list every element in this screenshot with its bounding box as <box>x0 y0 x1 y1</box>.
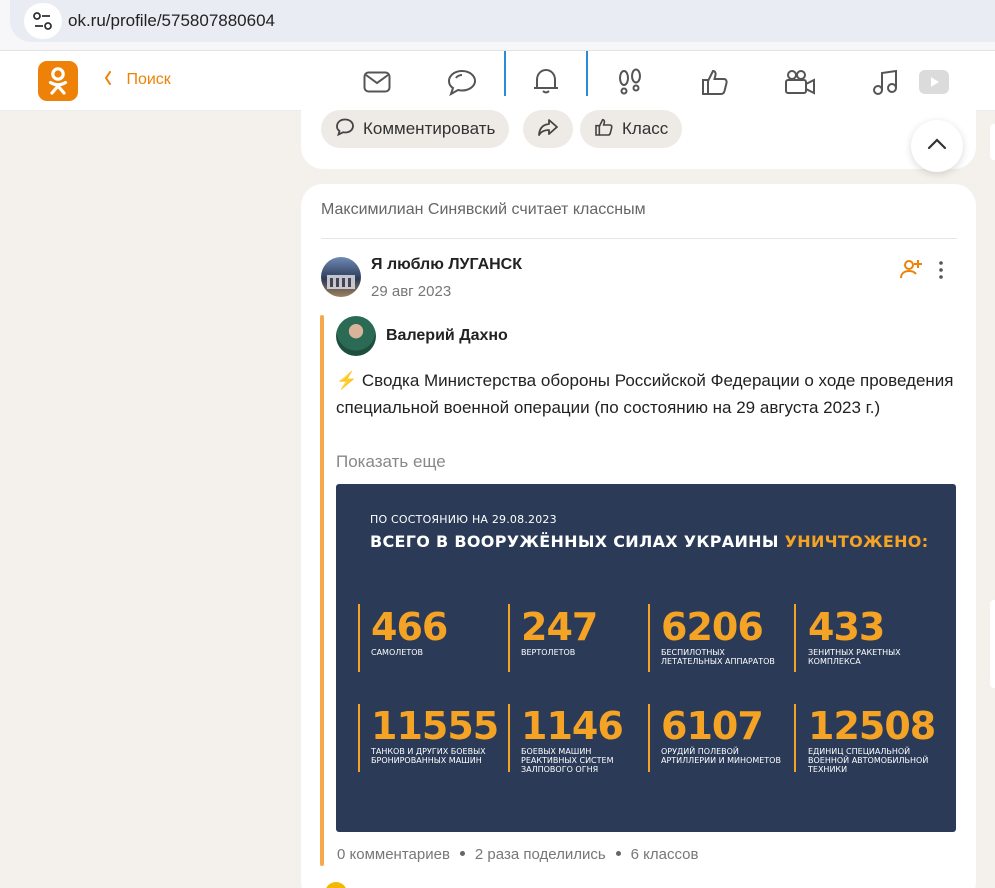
shares-count-link[interactable]: 2 раза поделились <box>475 846 606 863</box>
separator <box>508 704 510 772</box>
stat-label: ВЕРТОЛЕТОВ <box>521 648 576 657</box>
activity-label: Максимилиан Синявский считает классным <box>321 201 646 218</box>
separator <box>358 704 360 772</box>
like-icon <box>594 117 614 142</box>
stat-number: 6107 <box>661 704 764 748</box>
more-options-icon[interactable] <box>932 260 950 285</box>
stat-number: 12508 <box>808 704 936 748</box>
stat-number: 6206 <box>661 605 764 649</box>
comment-icon <box>335 117 355 142</box>
comment-button[interactable]: Комментировать <box>321 110 510 148</box>
stat-number: 11555 <box>371 704 499 748</box>
stat-number: 1146 <box>521 704 624 748</box>
separator <box>794 604 796 672</box>
class-button-label: Класс <box>622 119 669 138</box>
separator <box>508 604 510 672</box>
post-image[interactable]: ПО СОСТОЯНИЮ НА 29.08.2023 ВСЕГО В ВООРУ… <box>336 484 956 832</box>
separator <box>794 704 796 772</box>
stat-label: ОРУДИЙ ПОЛЕВОЙ АРТИЛЛЕРИИ И МИНОМЕТОВ <box>661 747 781 765</box>
stat-label: БЕСПИЛОТНЫХ ЛЕТАТЕЛЬНЫХ АППАРАТОВ <box>661 648 775 666</box>
stat-number: 247 <box>521 605 598 649</box>
infographic-title-highlight: УНИЧТОЖЕНО: <box>784 532 929 551</box>
separator <box>648 704 650 772</box>
share-arrow-icon <box>537 117 559 142</box>
chevron-up-icon <box>927 137 947 155</box>
browser-toolbar: ok.ru/profile/575807880604 <box>0 0 995 50</box>
show-more-link[interactable]: Показать еще <box>336 452 446 472</box>
separator <box>358 604 360 672</box>
infographic-title-main: ВСЕГО В ВООРУЖЁННЫХ СИЛАХ УКРАИНЫ <box>370 532 779 551</box>
adjacent-card-edge <box>990 124 995 160</box>
add-friend-icon[interactable] <box>899 258 923 285</box>
url-text[interactable]: ok.ru/profile/575807880604 <box>68 11 275 31</box>
odnoklassniki-logo[interactable] <box>38 61 78 101</box>
author-name-link[interactable]: Валерий Дахно <box>386 327 508 345</box>
group-name-link[interactable]: Я люблю ЛУГАНСК <box>371 256 522 274</box>
infographic-subtitle: ПО СОСТОЯНИЮ НА 29.08.2023 <box>370 513 557 526</box>
stat-label: БОЕВЫХ МАШИН РЕАКТИВНЫХ СИСТЕМ ЗАЛПОВОГО… <box>521 747 614 774</box>
chevron-left-icon <box>104 71 116 88</box>
stat-label: ТАНКОВ И ДРУГИХ БОЕВЫХ БРОНИРОВАННЫХ МАШ… <box>371 747 486 765</box>
divider <box>321 238 957 239</box>
post-date: 29 авг 2023 <box>371 283 452 300</box>
repost-indicator <box>320 315 324 866</box>
adjacent-card-edge <box>990 600 995 688</box>
post-stats: 0 комментариев 2 раза поделились 6 классов <box>337 846 698 863</box>
infographic-title: ВСЕГО В ВООРУЖЁННЫХ СИЛАХ УКРАИНЫ УНИЧТО… <box>370 532 928 551</box>
stat-label: ЕДИНИЦ СПЕЦИАЛЬНОЙ ВОЕННОЙ АВТОМОБИЛЬНОЙ… <box>808 747 929 774</box>
address-bar[interactable]: ok.ru/profile/575807880604 <box>10 0 995 42</box>
stat-label: ЗЕНИТНЫХ РАКЕТНЫХ КОМПЛЕКСА <box>808 648 901 666</box>
share-button[interactable] <box>523 110 573 148</box>
scroll-to-top-button[interactable] <box>911 120 963 172</box>
separator-dot <box>615 851 621 857</box>
author-avatar[interactable] <box>336 316 376 356</box>
classes-count-link[interactable]: 6 классов <box>631 846 699 863</box>
tune-icon[interactable] <box>24 3 62 39</box>
back-to-search-link[interactable]: Поиск <box>104 71 171 89</box>
stat-number: 466 <box>371 605 448 649</box>
comments-count-link[interactable]: 0 комментариев <box>337 846 450 863</box>
lightning-icon: ⚡ <box>336 371 358 390</box>
post-text: ⚡ Сводка Министерства обороны Российской… <box>336 367 956 421</box>
back-label: Поиск <box>126 71 171 88</box>
comment-button-label: Комментировать <box>363 119 496 138</box>
post-text-body: Сводка Министерства обороны Российской Ф… <box>336 371 954 417</box>
stat-number: 433 <box>808 605 885 649</box>
separator <box>648 604 650 672</box>
stat-label: САМОЛЕТОВ <box>371 648 423 657</box>
separator-dot <box>459 851 465 857</box>
group-avatar[interactable] <box>321 257 361 297</box>
class-button[interactable]: Класс <box>580 110 683 148</box>
